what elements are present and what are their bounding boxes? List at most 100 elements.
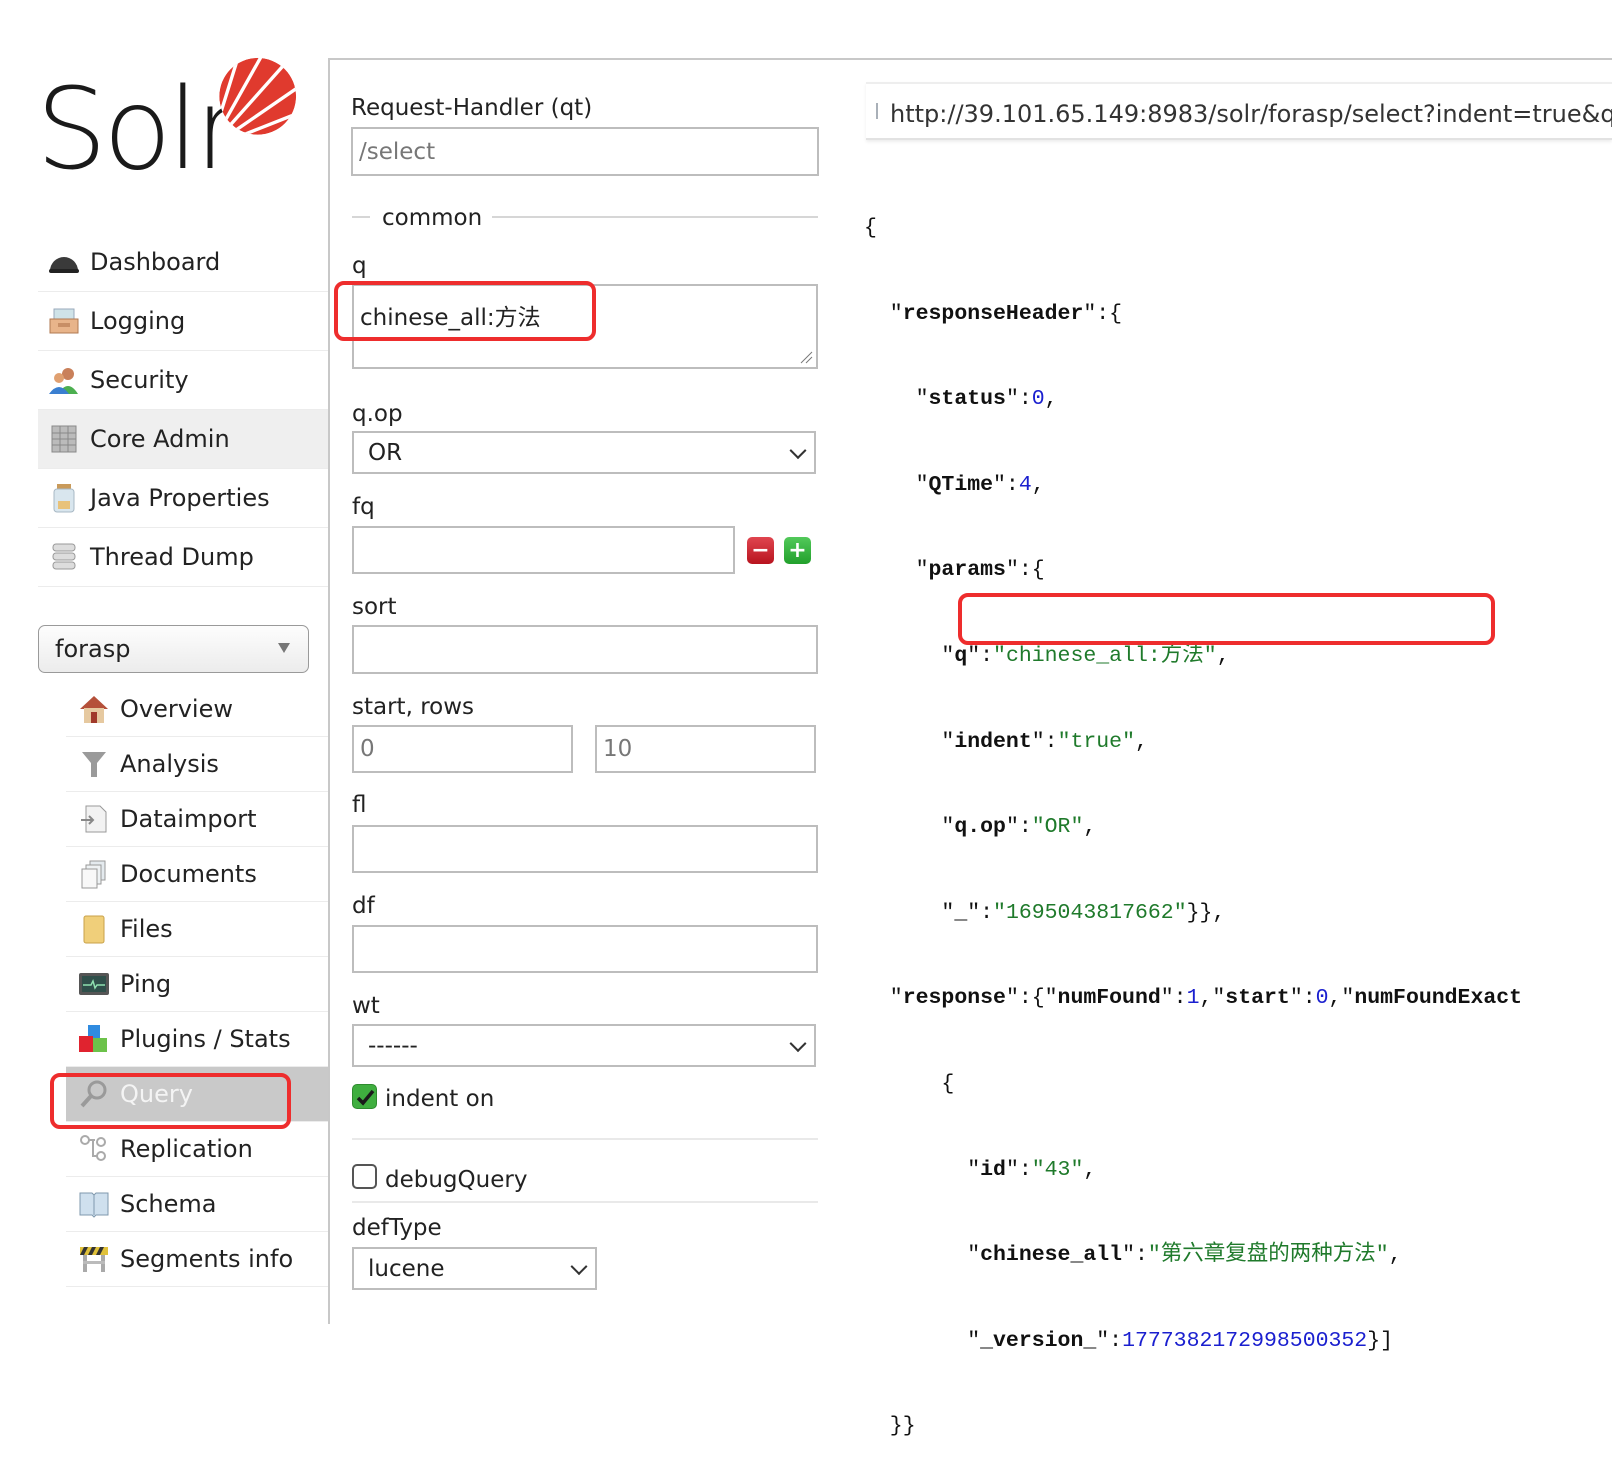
sidebar-item-dashboard[interactable]: Dashboard: [38, 233, 328, 292]
security-icon: [48, 365, 80, 395]
qop-select[interactable]: OR: [352, 431, 816, 474]
ping-icon: [78, 969, 110, 999]
json-line: {: [864, 216, 877, 240]
json-doc-id: 43: [1044, 1157, 1071, 1182]
core-admin-icon: [48, 424, 80, 454]
sidebar-item-replication[interactable]: Replication: [66, 1122, 328, 1177]
dataimport-icon: [78, 804, 110, 834]
sidebar-item-thread-dump[interactable]: Thread Dump: [38, 528, 328, 587]
files-icon: [78, 914, 110, 944]
request-url-link[interactable]: http://39.101.65.149:8983/solr/forasp/se…: [890, 94, 1612, 129]
json-param-q: chinese_all:方法: [1005, 643, 1204, 668]
df-input[interactable]: [352, 925, 818, 973]
minus-icon: −: [751, 537, 770, 563]
content-top-border: [330, 58, 1612, 60]
request-handler-input[interactable]: /select: [351, 127, 819, 176]
analysis-icon: [78, 749, 110, 779]
json-qtime: 4: [1018, 472, 1032, 497]
query-icon: [78, 1079, 110, 1109]
sidebar-item-core-admin[interactable]: Core Admin: [38, 410, 328, 469]
legend-line-right: [492, 216, 818, 218]
deftype-label: defType: [352, 1215, 442, 1241]
json-numfound: 1: [1186, 986, 1200, 1011]
sidebar-item-logging[interactable]: Logging: [38, 292, 328, 351]
documents-icon: [78, 859, 110, 889]
debugquery-label: debugQuery: [385, 1167, 528, 1193]
json-line: "id":"43",: [864, 1157, 1097, 1182]
core-nav: Overview Analysis Dataimport Documents F…: [66, 682, 328, 1287]
fq-add-button[interactable]: +: [784, 537, 811, 564]
json-line: }}: [864, 1414, 916, 1439]
checkmark-icon: [356, 1089, 375, 1106]
logging-icon: [48, 306, 80, 336]
form-divider: [352, 1138, 818, 1140]
json-line: "indent":"true",: [864, 729, 1148, 754]
wt-label: wt: [352, 993, 380, 1019]
q-label: q: [352, 253, 367, 279]
caret-down-icon: [278, 643, 290, 653]
start-rows-label: start, rows: [352, 694, 475, 720]
fq-remove-button[interactable]: −: [747, 537, 774, 564]
json-numfoundexact-key: numFoundExact: [1354, 986, 1523, 1011]
plugins-icon: [78, 1024, 110, 1054]
rows-input[interactable]: 10: [595, 725, 816, 773]
fq-label: fq: [352, 494, 375, 520]
schema-icon: [78, 1189, 110, 1219]
sidebar-item-dataimport[interactable]: Dataimport: [66, 792, 328, 847]
json-param-underscore: 1695043817662: [1005, 900, 1174, 925]
indent-label: indent on: [385, 1086, 495, 1112]
overview-icon: [78, 694, 110, 724]
json-line: "chinese_all":"第六章复盘的两种方法",: [864, 1243, 1402, 1268]
json-line: "QTime":4,: [864, 472, 1045, 497]
sidebar-item-plugins-stats[interactable]: Plugins / Stats: [66, 1012, 328, 1067]
json-line: "q.op":"OR",: [864, 815, 1097, 840]
sidebar-item-query[interactable]: Query: [66, 1067, 328, 1122]
resize-grip-icon[interactable]: [799, 350, 813, 364]
debugquery-checkbox[interactable]: [352, 1164, 377, 1189]
fl-label: fl: [352, 792, 367, 818]
json-line: "q":"chinese_all:方法",: [864, 643, 1230, 668]
sidebar-item-schema[interactable]: Schema: [66, 1177, 328, 1232]
chevron-down-icon: [789, 1034, 807, 1052]
json-doc-version: 1777382172998500352: [1122, 1328, 1368, 1353]
qop-label: q.op: [352, 401, 403, 427]
dashboard-icon: [48, 247, 80, 277]
json-param-indent: true: [1070, 729, 1123, 754]
chevron-down-icon: [570, 1257, 588, 1275]
deftype-select[interactable]: lucene: [352, 1247, 597, 1290]
indent-checkbox[interactable]: [352, 1084, 377, 1109]
sort-label: sort: [352, 594, 397, 620]
core-selector-value: forasp: [55, 635, 131, 663]
main-nav: Dashboard Logging Security Core Admin Ja…: [38, 233, 328, 587]
solr-logo[interactable]: Solr: [36, 56, 297, 196]
sort-input[interactable]: [352, 625, 818, 674]
sidebar-item-security[interactable]: Security: [38, 351, 328, 410]
sidebar-item-overview[interactable]: Overview: [66, 682, 328, 737]
fl-input[interactable]: [352, 825, 818, 873]
wt-select[interactable]: ------: [352, 1024, 816, 1067]
legend-line-left: [352, 216, 370, 218]
json-line: "status":0,: [864, 387, 1058, 412]
core-selector[interactable]: forasp: [38, 625, 309, 673]
json-doc-chinese-all: 第六章复盘的两种方法: [1160, 1243, 1376, 1268]
segments-icon: [78, 1244, 110, 1274]
sidebar-item-ping[interactable]: Ping: [66, 957, 328, 1012]
sidebar-item-documents[interactable]: Documents: [66, 847, 328, 902]
json-line: "params":{: [864, 558, 1045, 583]
request-handler-label: Request-Handler (qt): [351, 95, 593, 121]
q-textarea[interactable]: chinese_all:方法: [352, 284, 818, 369]
start-input[interactable]: 0: [352, 725, 573, 773]
request-url-bar[interactable]: http://39.101.65.149:8983/solr/forasp/se…: [866, 82, 1612, 140]
df-label: df: [352, 893, 375, 919]
java-properties-icon: [48, 483, 80, 513]
sidebar-item-java-properties[interactable]: Java Properties: [38, 469, 328, 528]
json-line: "_":"1695043817662"}},: [864, 900, 1226, 925]
fq-input[interactable]: [352, 526, 735, 574]
json-status: 0: [1031, 387, 1045, 412]
json-param-qop: OR: [1044, 815, 1071, 840]
sidebar-item-segments-info[interactable]: Segments info: [66, 1232, 328, 1287]
sidebar-item-files[interactable]: Files: [66, 902, 328, 957]
json-line: "_version_":1777382172998500352}]: [864, 1328, 1394, 1353]
form-divider-2: [352, 1201, 818, 1203]
sidebar-item-analysis[interactable]: Analysis: [66, 737, 328, 792]
